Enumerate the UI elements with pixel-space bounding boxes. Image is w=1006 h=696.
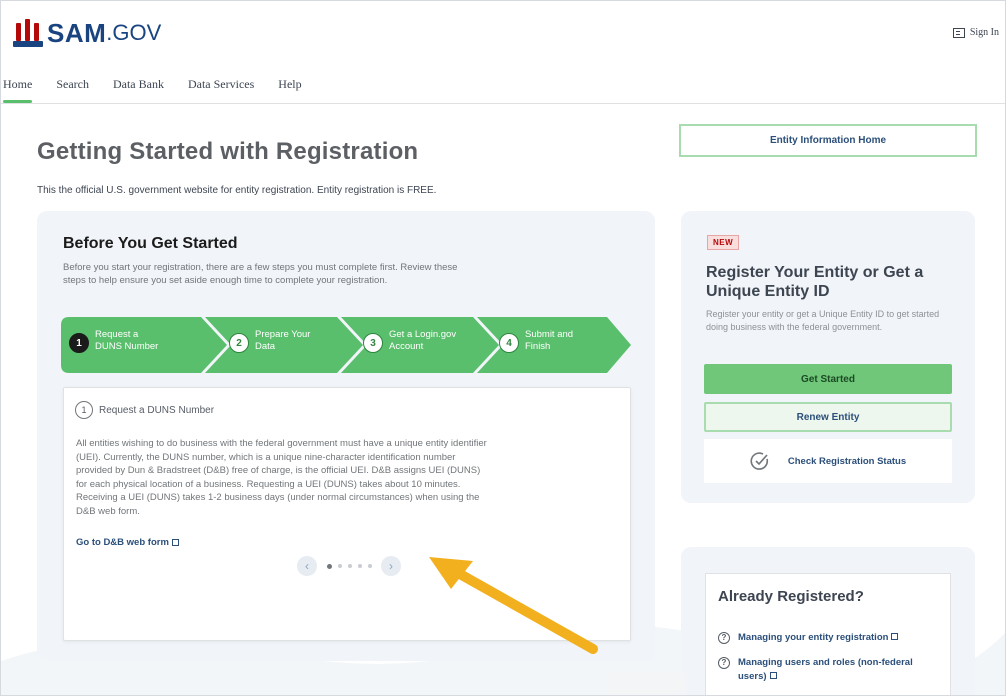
site-header: SAM .GOV Sign In (1, 1, 1005, 67)
step-number: 4 (499, 333, 519, 353)
step-detail-title: Request a DUNS Number (99, 404, 215, 416)
new-badge: NEW (707, 235, 740, 250)
managing-users-roles-label: Managing users and roles (non-federal us… (738, 657, 913, 682)
step-3[interactable]: 3 Get a Login.gov Account (363, 329, 459, 353)
step-number: 3 (363, 333, 383, 353)
carousel-dot[interactable] (357, 564, 362, 568)
carousel-prev-button[interactable]: ‹ (297, 556, 317, 576)
step-carousel: ‹ › (297, 555, 401, 577)
nav-divider (1, 103, 1005, 104)
managing-entity-registration-label: Managing your entity registration (738, 632, 889, 643)
carousel-dot[interactable] (367, 564, 372, 568)
nav-search[interactable]: Search (56, 73, 89, 103)
nav-data-services[interactable]: Data Services (188, 73, 254, 103)
carousel-dots (324, 563, 375, 569)
logo-gov-text: .GOV (106, 20, 162, 45)
check-registration-status-link[interactable]: Check Registration Status (704, 439, 952, 483)
help-icon: ? (718, 632, 730, 644)
main-nav: Home Search Data Bank Data Services Help (1, 73, 1005, 103)
dnb-web-form-label: Go to D&B web form (76, 537, 169, 548)
carousel-dot[interactable] (326, 563, 332, 569)
registration-stepper: 1 Request a DUNS Number 2 Prepare Your D… (61, 317, 631, 373)
page-title: Getting Started with Registration (37, 138, 419, 165)
nav-data-bank[interactable]: Data Bank (113, 73, 164, 103)
renew-entity-button[interactable]: Renew Entity (704, 402, 952, 432)
carousel-dot[interactable] (337, 564, 342, 568)
step-number: 1 (69, 333, 89, 353)
register-entity-title: Register Your Entity or Get a Unique Ent… (706, 264, 924, 300)
sign-in-link[interactable]: Sign In (952, 27, 999, 38)
step-2[interactable]: 2 Prepare Your Data (229, 329, 325, 353)
footer-fragment (605, 673, 685, 695)
logo-mark-icon (13, 19, 43, 47)
entity-information-home-button[interactable]: Entity Information Home (679, 124, 977, 157)
annotation-arrow-icon (429, 557, 598, 654)
nav-home[interactable]: Home (3, 73, 33, 103)
step-number: 2 (229, 333, 249, 353)
already-registered-title: Already Registered? (718, 588, 864, 605)
step-detail-heading: 1 Request a DUNS Number (75, 401, 214, 419)
external-link-icon (891, 633, 899, 640)
nav-help[interactable]: Help (278, 73, 301, 103)
step-1[interactable]: 1 Request a DUNS Number (69, 329, 165, 353)
step-detail-body: All entities wishing to do business with… (76, 438, 487, 517)
carousel-next-button[interactable]: › (381, 556, 401, 576)
before-you-get-started-description: Before you start your registration, ther… (63, 262, 458, 286)
sam-logo[interactable]: SAM .GOV (13, 19, 161, 47)
check-registration-status-label: Check Registration Status (787, 455, 907, 467)
before-you-get-started-title: Before You Get Started (63, 235, 238, 252)
managing-users-roles-link[interactable]: ? Managing users and roles (non-federal … (718, 656, 942, 684)
page-subtitle: This the official U.S. government websit… (37, 185, 437, 196)
page-frame: SAM .GOV Sign In Home Search Data Bank D… (0, 0, 1006, 696)
carousel-dot[interactable] (347, 564, 352, 568)
logo-sam-text: SAM (47, 18, 107, 48)
step-4[interactable]: 4 Submit and Finish (499, 329, 595, 353)
managing-entity-registration-link[interactable]: ? Managing your entity registration (718, 631, 942, 645)
external-link-icon (769, 672, 777, 679)
step-label: Request a DUNS Number (95, 329, 159, 352)
sign-in-icon (952, 27, 965, 38)
external-link-icon (171, 539, 179, 546)
help-icon: ? (718, 657, 730, 669)
sign-in-label: Sign In (969, 27, 999, 38)
get-started-button[interactable]: Get Started (704, 364, 952, 394)
check-circle-icon (750, 452, 768, 470)
step-label: Get a Login.gov Account (389, 329, 457, 352)
dnb-web-form-link[interactable]: Go to D&B web form (76, 537, 179, 548)
register-entity-description: Register your entity or get a Unique Ent… (706, 309, 940, 332)
step-label: Prepare Your Data (255, 329, 311, 352)
step-detail-number: 1 (75, 401, 93, 419)
step-label: Submit and Finish (525, 329, 574, 352)
